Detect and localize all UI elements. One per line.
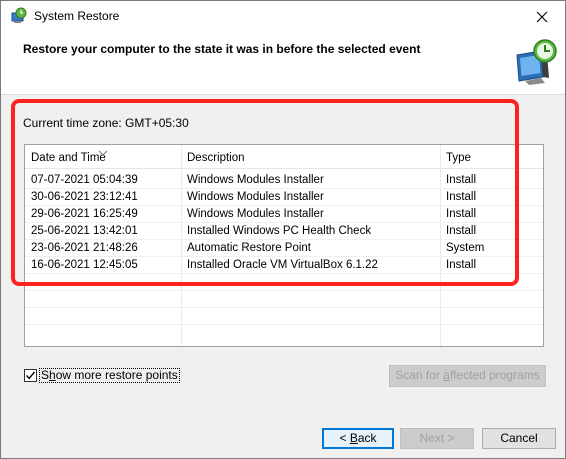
show-more-checkbox[interactable]	[24, 368, 37, 382]
back-button[interactable]: < Back	[322, 428, 394, 449]
table-header: Date and Time Description Type	[25, 145, 543, 169]
cell-description: Automatic Restore Point	[187, 242, 312, 254]
cell-date: 25-06-2021 13:42:01	[31, 225, 138, 237]
cell-description: Windows Modules Installer	[187, 208, 324, 220]
cell-description: Installed Windows PC Health Check	[187, 225, 372, 237]
table-row[interactable]: 23-06-2021 21:48:26 Automatic Restore Po…	[25, 240, 543, 257]
restore-points-table[interactable]: Date and Time Description Type 07-07-202…	[24, 144, 544, 347]
cell-date: 07-07-2021 05:04:39	[31, 174, 138, 186]
cell-date: 30-06-2021 23:12:41	[31, 191, 138, 203]
cell-description: Windows Modules Installer	[187, 174, 324, 186]
computer-restore-clock-icon	[511, 37, 561, 87]
timezone-label: Current time zone: GMT+05:30	[23, 116, 189, 130]
column-header-description[interactable]: Description	[181, 145, 440, 169]
wizard-header: Restore your computer to the state it wa…	[1, 32, 565, 95]
scan-affected-programs-button[interactable]: Scan for affected programs	[389, 365, 546, 387]
system-restore-window: System Restore Restore your computer to …	[0, 0, 566, 459]
show-more-label[interactable]: Show more restore points	[39, 367, 180, 383]
title-bar: System Restore	[1, 1, 565, 32]
sort-chevron-down-icon	[98, 145, 108, 159]
system-restore-icon	[9, 7, 27, 25]
close-button[interactable]	[519, 1, 565, 32]
row-divider	[25, 307, 543, 308]
cell-type: Install	[446, 208, 477, 220]
row-divider	[25, 290, 543, 291]
table-row[interactable]: 07-07-2021 05:04:39 Windows Modules Inst…	[25, 172, 543, 189]
row-divider	[25, 239, 543, 240]
column-header-type[interactable]: Type	[440, 145, 543, 169]
cell-type: System	[446, 242, 485, 254]
cell-type: Install	[446, 225, 477, 237]
next-button[interactable]: Next >	[400, 428, 474, 449]
show-more-restore-points-option[interactable]: Show more restore points	[24, 367, 180, 383]
close-icon	[536, 11, 548, 22]
cell-description: Installed Oracle VM VirtualBox 6.1.22	[187, 259, 378, 271]
cancel-button[interactable]: Cancel	[482, 428, 556, 449]
cell-description: Windows Modules Installer	[187, 191, 324, 203]
cell-type: Install	[446, 174, 477, 186]
table-row[interactable]: 30-06-2021 23:12:41 Windows Modules Inst…	[25, 189, 543, 206]
table-row[interactable]: 16-06-2021 12:45:05 Installed Oracle VM …	[25, 257, 543, 274]
checkmark-icon	[25, 371, 36, 379]
table-row[interactable]: 25-06-2021 13:42:01 Installed Windows PC…	[25, 223, 543, 240]
page-title: Restore your computer to the state it wa…	[23, 42, 421, 56]
row-divider	[25, 256, 543, 257]
cell-date: 23-06-2021 21:48:26	[31, 242, 138, 254]
row-divider	[25, 273, 543, 274]
cell-type: Install	[446, 259, 477, 271]
cell-type: Install	[446, 191, 477, 203]
window-title: System Restore	[34, 9, 120, 23]
table-row[interactable]: 29-06-2021 16:25:49 Windows Modules Inst…	[25, 206, 543, 223]
cell-date: 16-06-2021 12:45:05	[31, 259, 138, 271]
cell-date: 29-06-2021 16:25:49	[31, 208, 138, 220]
row-divider	[25, 188, 543, 189]
row-divider	[25, 324, 543, 325]
row-divider	[25, 205, 543, 206]
row-divider	[25, 222, 543, 223]
